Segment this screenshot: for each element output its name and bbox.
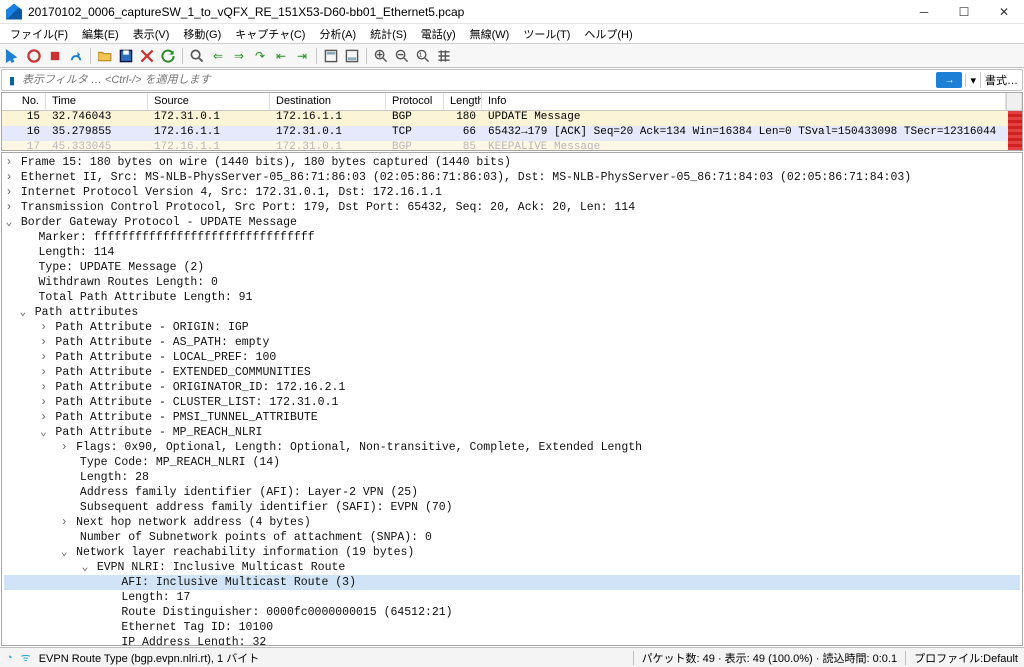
expand-icon[interactable]: ›: [59, 440, 69, 455]
collapse-icon[interactable]: ⌄: [18, 305, 28, 320]
expand-icon[interactable]: ›: [39, 410, 49, 425]
packet-list-header: No. Time Source Destination Protocol Len…: [2, 93, 1022, 111]
col-header-protocol[interactable]: Protocol: [386, 93, 444, 110]
expand-icon[interactable]: ›: [4, 185, 14, 200]
expand-icon[interactable]: ›: [39, 380, 49, 395]
col-header-no[interactable]: No.: [2, 93, 46, 110]
capture-file-icon[interactable]: ᯤ: [21, 650, 31, 665]
col-header-time[interactable]: Time: [46, 93, 148, 110]
col-header-info[interactable]: Info: [482, 93, 1006, 110]
autoscroll-icon[interactable]: [322, 47, 340, 65]
main-toolbar: ⇐ ⇒ ↷ ⇤ ⇥ 1: [0, 44, 1024, 68]
collapse-icon[interactable]: ⌄: [59, 545, 69, 560]
zoom-out-icon[interactable]: [393, 47, 411, 65]
menu-edit[interactable]: 編集(E): [76, 24, 125, 44]
close-button[interactable]: ✕: [984, 0, 1024, 24]
packet-row[interactable]: 17 45.333045 172.16.1.1 172.31.0.1 BGP 8…: [2, 141, 1008, 150]
filter-history-dropdown[interactable]: ▾: [965, 74, 980, 87]
menu-tools[interactable]: ツール(T): [517, 24, 576, 44]
display-filter-bar: ▮ → ▾ 書式…: [1, 69, 1023, 91]
col-header-length[interactable]: Length: [444, 93, 482, 110]
packet-details-pane[interactable]: › Frame 15: 180 bytes on wire (1440 bits…: [1, 152, 1023, 646]
goto-first-icon[interactable]: ⇤: [272, 47, 290, 65]
expand-icon[interactable]: ›: [39, 350, 49, 365]
start-capture-icon[interactable]: [4, 47, 22, 65]
packet-list-pane: No. Time Source Destination Protocol Len…: [1, 92, 1023, 151]
restart-capture-icon[interactable]: [46, 47, 64, 65]
menu-help[interactable]: ヘルプ(H): [578, 24, 638, 44]
expand-icon[interactable]: ›: [39, 395, 49, 410]
col-header-destination[interactable]: Destination: [270, 93, 386, 110]
expand-icon[interactable]: ›: [4, 155, 14, 170]
maximize-button[interactable]: ☐: [944, 0, 984, 24]
packet-scrollbar-marker[interactable]: [1008, 111, 1022, 150]
app-icon: [6, 4, 22, 20]
save-file-icon[interactable]: [117, 47, 135, 65]
expand-icon[interactable]: ›: [4, 170, 14, 185]
goto-last-icon[interactable]: ⇥: [293, 47, 311, 65]
expand-icon[interactable]: ›: [59, 515, 69, 530]
status-field: EVPN Route Type (bgp.evpn.nlri.rt), 1 バイ…: [39, 650, 260, 666]
apply-filter-button[interactable]: →: [936, 72, 962, 88]
status-packets: パケット数: 49 · 表示: 49 (100.0%) · 読込時間: 0:0.…: [642, 650, 898, 666]
colorize-icon[interactable]: [343, 47, 361, 65]
menu-analyze[interactable]: 分析(A): [313, 24, 362, 44]
close-file-icon[interactable]: [138, 47, 156, 65]
collapse-icon[interactable]: ⌄: [80, 560, 90, 575]
display-filter-input[interactable]: [22, 74, 933, 86]
menu-bar: ファイル(F) 編集(E) 表示(V) 移動(G) キャプチャ(C) 分析(A)…: [0, 24, 1024, 44]
col-header-source[interactable]: Source: [148, 93, 270, 110]
find-icon[interactable]: [188, 47, 206, 65]
menu-telephony[interactable]: 電話(y): [415, 24, 462, 44]
jump-icon[interactable]: ↷: [251, 47, 269, 65]
reload-icon[interactable]: [159, 47, 177, 65]
menu-capture[interactable]: キャプチャ(C): [229, 24, 311, 44]
expression-button[interactable]: 書式…: [980, 72, 1022, 88]
options-icon[interactable]: [67, 47, 85, 65]
window-title: 20170102_0006_captureSW_1_to_vQFX_RE_151…: [28, 5, 904, 19]
menu-stats[interactable]: 統計(S): [364, 24, 413, 44]
expand-icon[interactable]: ›: [4, 200, 14, 215]
resize-columns-icon[interactable]: [435, 47, 453, 65]
status-profile[interactable]: プロファイル:Default: [914, 650, 1018, 666]
packet-row[interactable]: 16 35.279855 172.16.1.1 172.31.0.1 TCP 6…: [2, 126, 1008, 141]
expert-info-icon[interactable]: ◔: [6, 652, 13, 664]
collapse-icon[interactable]: ⌄: [4, 215, 14, 230]
expand-icon[interactable]: ›: [39, 335, 49, 350]
status-bar: ◔ ᯤ EVPN Route Type (bgp.evpn.nlri.rt), …: [0, 647, 1024, 667]
title-bar: 20170102_0006_captureSW_1_to_vQFX_RE_151…: [0, 0, 1024, 24]
stop-capture-icon[interactable]: [25, 47, 43, 65]
packet-row[interactable]: 15 32.746043 172.31.0.1 172.16.1.1 BGP 1…: [2, 111, 1008, 126]
minimize-button[interactable]: ─: [904, 0, 944, 24]
svg-text:1: 1: [419, 52, 422, 58]
menu-file[interactable]: ファイル(F): [4, 24, 74, 44]
zoom-in-icon[interactable]: [372, 47, 390, 65]
prev-icon[interactable]: ⇐: [209, 47, 227, 65]
next-icon[interactable]: ⇒: [230, 47, 248, 65]
menu-wireless[interactable]: 無線(W): [464, 24, 516, 44]
collapse-icon[interactable]: ⌄: [39, 425, 49, 440]
bookmark-icon[interactable]: ▮: [2, 74, 22, 87]
zoom-reset-icon[interactable]: 1: [414, 47, 432, 65]
expand-icon[interactable]: ›: [39, 365, 49, 380]
expand-icon[interactable]: ›: [39, 320, 49, 335]
open-file-icon[interactable]: [96, 47, 114, 65]
menu-go[interactable]: 移動(G): [177, 24, 227, 44]
selected-field[interactable]: AFI: Inclusive Multicast Route (3): [4, 575, 1020, 590]
menu-view[interactable]: 表示(V): [127, 24, 176, 44]
